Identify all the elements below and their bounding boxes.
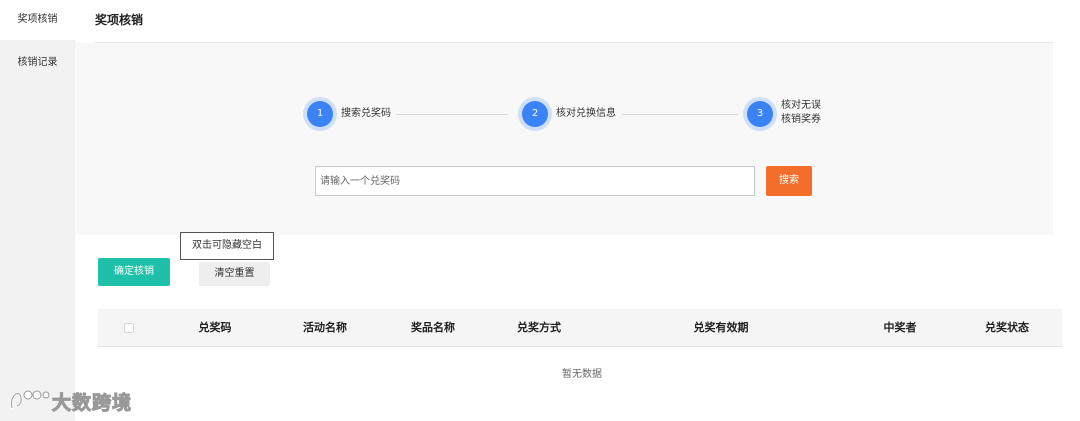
column-header-winner: 中奖者 — [883, 321, 917, 334]
step-connector — [396, 114, 508, 115]
search-button[interactable]: 搜索 — [766, 166, 812, 196]
column-header-code: 兑奖码 — [198, 321, 232, 334]
table-empty-text: 暂无数据 — [562, 369, 602, 380]
clear-reset-button[interactable]: 清空重置 — [199, 262, 270, 286]
steps-panel — [75, 43, 1053, 235]
step-2-label: 核对兑换信息 — [556, 108, 616, 119]
sidebar-item-label: 核销记录 — [17, 57, 58, 68]
step-connector — [622, 114, 738, 115]
hide-blank-tooltip: 双击可隐藏空白 — [180, 232, 274, 260]
table-header: 兑奖码 活动名称 奖品名称 兑奖方式 兑奖有效期 中奖者 兑奖状态 — [98, 309, 1062, 347]
column-header-activity: 活动名称 — [303, 321, 347, 334]
step-1-circle: 1 — [307, 101, 333, 127]
watermark-text: 大数跨境 — [51, 391, 133, 414]
step-1-label: 搜索兑奖码 — [341, 108, 391, 119]
watermark-logo-icon — [10, 390, 50, 410]
step-3-circle: 3 — [747, 101, 773, 127]
step-2-circle: 2 — [522, 101, 548, 127]
column-header-status: 兑奖状态 — [985, 321, 1029, 334]
column-header-validity-text: 兑奖有效期 — [693, 321, 749, 334]
step-3-label-line-2: 核销奖券 — [781, 114, 821, 125]
step-3-label-line-1: 核对无误 — [781, 100, 821, 111]
page-title: 奖项核销 — [95, 13, 144, 27]
watermark: 大数跨境 — [8, 386, 132, 416]
sidebar-item-verify-records[interactable]: 核销记录 — [0, 42, 75, 82]
sidebar: 奖项核销 核销记录 — [0, 0, 75, 421]
redeem-code-input[interactable] — [315, 166, 755, 196]
confirm-verify-button[interactable]: 确定核销 — [98, 258, 170, 286]
step-3-label: 核对无误 核销奖券 — [781, 99, 821, 127]
sidebar-item-prize-verify[interactable]: 奖项核销 — [0, 0, 75, 40]
column-header-method: 兑奖方式 — [517, 321, 561, 334]
column-header-validity — [98, 309, 156, 347]
sidebar-item-label: 奖项核销 — [17, 14, 58, 25]
column-header-prize: 奖品名称 — [411, 321, 455, 334]
